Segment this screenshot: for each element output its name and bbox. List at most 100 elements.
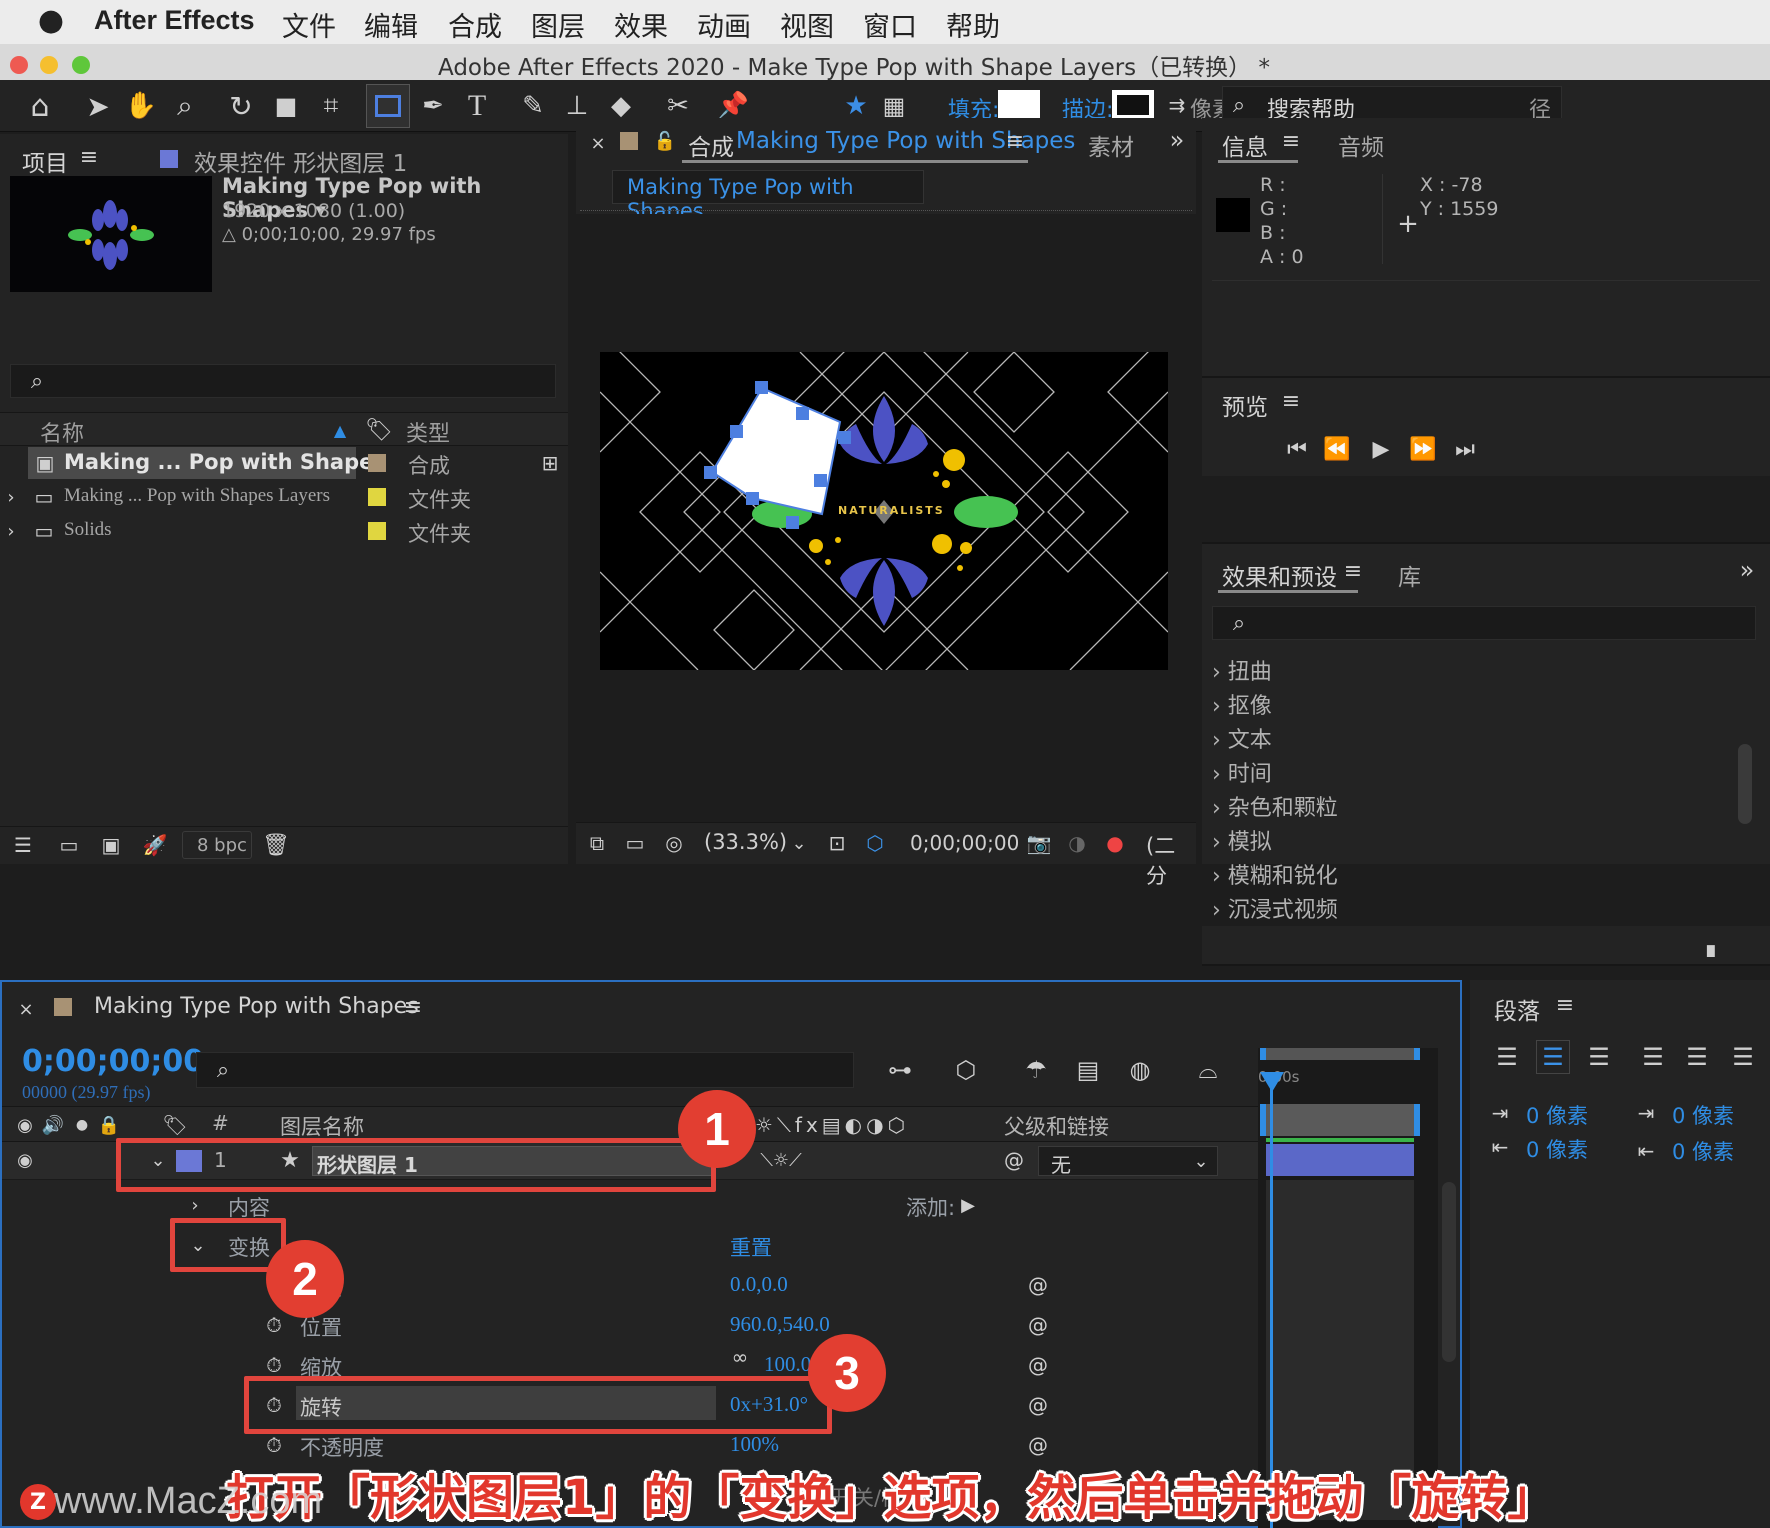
stopwatch-icon[interactable]: ⏱ bbox=[262, 1432, 286, 1458]
time-ruler-area[interactable]: 0:00s bbox=[1258, 1048, 1438, 1528]
tab-info[interactable]: 信息 bbox=[1222, 128, 1268, 162]
indent-left-value[interactable]: 0 像素 bbox=[1526, 1100, 1588, 1130]
project-item-row[interactable]: › ▭ Making ... Pop with Shapes Layers 文件… bbox=[0, 480, 620, 514]
zoom-dropdown[interactable]: (33.3%) bbox=[704, 830, 787, 854]
label-tag-icon[interactable]: 🏷 bbox=[365, 417, 393, 443]
space-before-value[interactable]: 0 像素 bbox=[1672, 1100, 1734, 1130]
justify-all-icon[interactable]: ☰ bbox=[1726, 1040, 1760, 1074]
more-tabs-icon[interactable]: » bbox=[1734, 556, 1760, 584]
tab-effect-controls[interactable]: 效果控件 形状图层 1 bbox=[194, 144, 407, 178]
rotate-tool-icon[interactable]: ↻ bbox=[224, 88, 258, 124]
effect-category[interactable]: › 模糊和锐化 bbox=[1212, 858, 1338, 890]
layer-duration-bar[interactable] bbox=[1266, 1144, 1414, 1176]
panel-menu-icon[interactable]: ≡ bbox=[1280, 388, 1302, 414]
menu-animation[interactable]: 动画 bbox=[697, 5, 751, 44]
project-item-row[interactable]: ▣ Making ... Pop with Shapes 合成 ⊞ bbox=[0, 446, 620, 480]
expression-spiral-icon[interactable]: @ bbox=[1026, 1312, 1050, 1338]
last-frame-icon[interactable]: ⏭ bbox=[1450, 434, 1480, 464]
chevron-right-icon[interactable]: › bbox=[4, 484, 18, 510]
opacity-value[interactable]: 100% bbox=[730, 1432, 779, 1457]
expression-spiral-icon[interactable]: @ bbox=[1026, 1392, 1050, 1418]
timeline-search-input[interactable]: ⌕ bbox=[196, 1052, 854, 1088]
minimize-window-button[interactable] bbox=[40, 56, 58, 74]
pan-behind-tool-icon[interactable]: ⌗ bbox=[314, 88, 348, 124]
interpret-footage-icon[interactable]: ☰ bbox=[8, 831, 38, 859]
add-label[interactable]: 添加: bbox=[906, 1192, 955, 1222]
first-frame-icon[interactable]: ⏮ bbox=[1282, 434, 1312, 464]
draft-3d-icon[interactable]: ⬡ bbox=[948, 1052, 984, 1088]
menu-window[interactable]: 窗口 bbox=[863, 5, 917, 44]
timeline-comp-tab[interactable]: Making Type Pop with Shapes bbox=[94, 994, 419, 1019]
align-right-icon[interactable]: ☰ bbox=[1582, 1040, 1616, 1074]
effects-scrollbar[interactable] bbox=[1738, 744, 1752, 824]
label-color-swatch[interactable] bbox=[368, 522, 386, 540]
effect-category[interactable]: › 文本 bbox=[1212, 722, 1272, 754]
expression-spiral-icon[interactable]: @ bbox=[1026, 1272, 1050, 1298]
stroke-color-swatch[interactable] bbox=[1112, 90, 1154, 120]
stroke-width-icon[interactable]: ⇉ bbox=[1160, 90, 1194, 120]
new-folder-icon[interactable]: ▭ bbox=[54, 831, 84, 859]
effect-category[interactable]: › 模拟 bbox=[1212, 824, 1272, 856]
menu-composition[interactable]: 合成 bbox=[448, 5, 502, 44]
hand-tool-icon[interactable]: ✋ bbox=[124, 88, 158, 124]
timeline-vertical-scrollbar[interactable] bbox=[1442, 1182, 1456, 1362]
resolution-dropdown[interactable]: (二分 bbox=[1146, 830, 1196, 890]
scale-value[interactable]: 100.0 bbox=[764, 1352, 811, 1377]
label-color-swatch[interactable] bbox=[368, 488, 386, 506]
comp-canvas[interactable]: NATURALISTS bbox=[600, 352, 1168, 670]
footage-tab[interactable]: 素材 bbox=[1088, 128, 1134, 162]
selection-tool-icon[interactable]: ➤ bbox=[82, 88, 114, 124]
project-item-row[interactable]: › ▭ Solids 文件夹 bbox=[0, 514, 620, 548]
color-channels-icon[interactable]: ● bbox=[1100, 829, 1130, 857]
bit-depth-button[interactable]: 8 bpc bbox=[182, 831, 252, 859]
frame-blending-icon[interactable]: ▤ bbox=[1070, 1052, 1106, 1088]
monitor-icon[interactable]: ▭ bbox=[620, 829, 650, 857]
timeline-timecode[interactable]: 0;00;00;00 bbox=[22, 1044, 204, 1079]
transparency-grid-toggle-icon[interactable]: ⬡ bbox=[860, 829, 890, 857]
home-icon[interactable]: ⌂ bbox=[22, 88, 58, 124]
zoom-tool-icon[interactable]: ⌕ bbox=[168, 88, 202, 124]
viewer-area[interactable]: NATURALISTS bbox=[576, 214, 1196, 822]
pen-tool-icon[interactable]: ✒ bbox=[416, 88, 450, 124]
sort-ascending-icon[interactable]: ▲ bbox=[328, 419, 352, 441]
position-value[interactable]: 960.0,540.0 bbox=[730, 1312, 830, 1337]
previous-frame-icon[interactable]: ⏪ bbox=[1322, 434, 1352, 464]
solo-icon[interactable]: ● bbox=[72, 1111, 92, 1139]
pickwhip-icon[interactable]: @ bbox=[1000, 1146, 1028, 1174]
menu-edit[interactable]: 编辑 bbox=[364, 5, 418, 44]
column-type-header[interactable]: 类型 bbox=[406, 416, 450, 448]
expression-spiral-icon[interactable]: @ bbox=[1026, 1432, 1050, 1458]
next-frame-icon[interactable]: ⏩ bbox=[1408, 434, 1438, 464]
align-center-icon[interactable]: ☰ bbox=[1536, 1040, 1570, 1074]
effect-category[interactable]: › 沉浸式视频 bbox=[1212, 892, 1338, 924]
reset-link[interactable]: 重置 bbox=[730, 1232, 772, 1262]
region-of-interest-icon[interactable]: ⊡ bbox=[822, 829, 852, 857]
justify-center-icon[interactable]: ☰ bbox=[1680, 1040, 1714, 1074]
shy-layers-icon[interactable]: ☂ bbox=[1018, 1052, 1054, 1088]
audio-icon[interactable]: 🔊 bbox=[40, 1111, 66, 1139]
align-left-icon[interactable]: ☰ bbox=[1490, 1040, 1524, 1074]
panel-menu-icon[interactable]: ≡ bbox=[402, 994, 424, 1020]
effect-category[interactable]: › 抠像 bbox=[1212, 688, 1272, 720]
zoom-window-button[interactable] bbox=[72, 56, 90, 74]
indent-right-value[interactable]: 0 像素 bbox=[1526, 1134, 1588, 1164]
constrain-link-icon[interactable]: ∞ bbox=[726, 1344, 754, 1370]
dependencies-icon[interactable]: 🚀 bbox=[140, 831, 170, 859]
snapshot-camera-icon[interactable]: 📷 bbox=[1024, 829, 1054, 857]
rectangle-tool-icon[interactable] bbox=[366, 84, 410, 128]
mask-visibility-icon[interactable]: ◎ bbox=[658, 829, 690, 857]
apple-icon[interactable]: ● bbox=[38, 3, 64, 38]
label-tag-icon[interactable]: 🏷 bbox=[162, 1111, 188, 1139]
menu-file[interactable]: 文件 bbox=[282, 5, 336, 44]
tab-effects-presets[interactable]: 效果和预设 bbox=[1222, 558, 1337, 592]
tab-library[interactable]: 库 bbox=[1398, 558, 1421, 592]
anchor-point-value[interactable]: 0.0,0.0 bbox=[730, 1272, 788, 1297]
menu-app-name[interactable]: After Effects bbox=[94, 5, 255, 36]
camera-tool-icon[interactable]: ■ bbox=[268, 88, 304, 124]
panel-menu-icon[interactable]: ≡ bbox=[1004, 128, 1026, 154]
expression-spiral-icon[interactable]: @ bbox=[1026, 1352, 1050, 1378]
play-icon[interactable]: ▶ bbox=[1366, 434, 1396, 464]
column-layer-name-header[interactable]: 图层名称 bbox=[280, 1111, 364, 1141]
motion-blur-icon[interactable]: ◍ bbox=[1122, 1052, 1158, 1088]
effect-category[interactable]: › 时间 bbox=[1212, 756, 1272, 788]
